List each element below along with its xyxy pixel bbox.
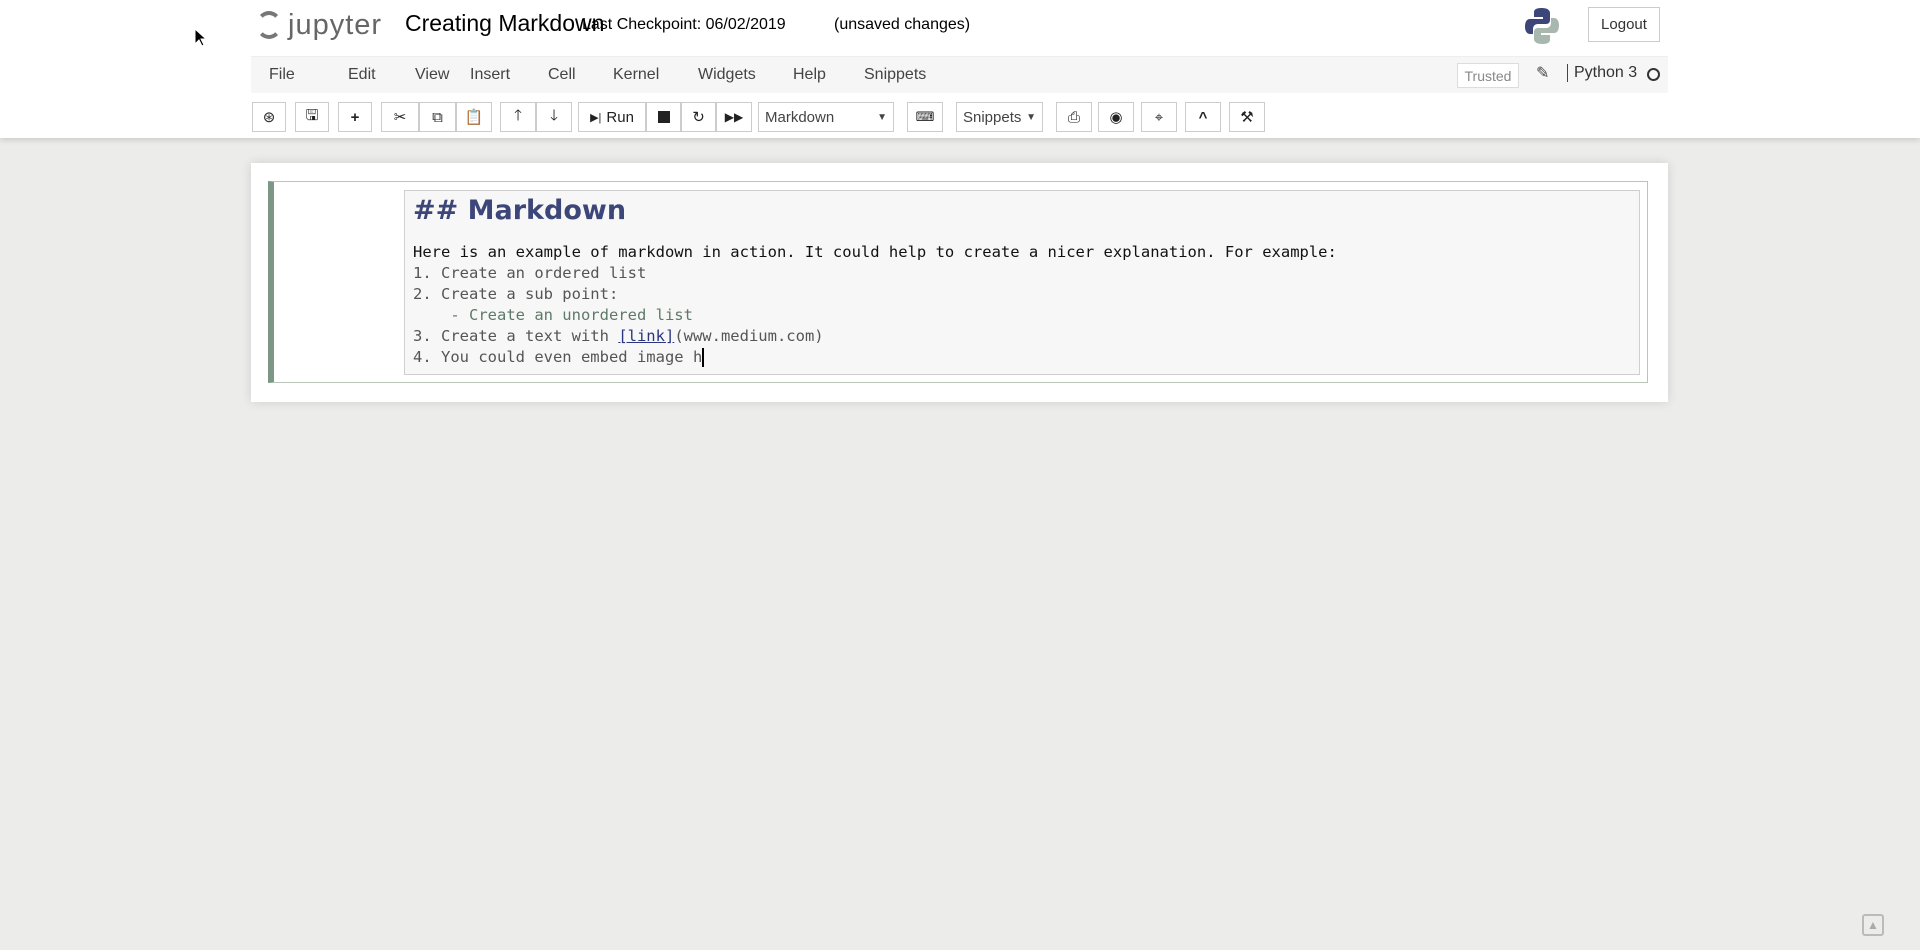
scroll-to-top-button[interactable]: ▲: [1862, 914, 1884, 936]
snippets-dropdown[interactable]: Snippets▼: [956, 102, 1043, 132]
gear-icon: ⊛: [263, 108, 276, 126]
editor-line: 3. Create a text with [link](www.medium.…: [413, 327, 824, 345]
checkpoint-status: Last Checkpoint: 06/02/2019: [582, 16, 786, 34]
arrow-up-icon: 🡑: [514, 105, 522, 130]
menu-insert[interactable]: Insert: [470, 66, 510, 84]
eye-icon: ◉: [1109, 108, 1122, 126]
save-button[interactable]: 🖫: [295, 102, 329, 132]
menu-kernel[interactable]: Kernel: [613, 66, 659, 84]
kernel-name[interactable]: Python 3: [1567, 64, 1637, 82]
chevron-up-icon: ^: [1199, 109, 1208, 126]
menu-cell[interactable]: Cell: [548, 66, 576, 84]
markdown-heading: ## Markdown: [413, 195, 626, 226]
cell-editor[interactable]: ## Markdown Here is an example of markdo…: [404, 190, 1640, 375]
editor-line: 2. Create a sub point:: [413, 285, 618, 303]
menu-view[interactable]: View: [415, 66, 449, 84]
jupyter-logo[interactable]: jupyter: [256, 8, 382, 42]
caret-down-icon: ▼: [1026, 112, 1036, 123]
menu-file[interactable]: File: [269, 66, 295, 84]
stop-icon: [658, 111, 670, 123]
menu-snippets[interactable]: Snippets: [864, 66, 926, 84]
notebook-title[interactable]: Creating Markdown: [405, 10, 604, 37]
save-status: (unsaved changes): [834, 16, 970, 34]
logout-button[interactable]: Logout: [1588, 7, 1660, 42]
menu-bar: File Edit View Insert Cell Kernel Widget…: [251, 56, 1668, 93]
cut-button[interactable]: ✂: [381, 102, 419, 132]
paste-button[interactable]: 📋: [456, 102, 492, 132]
markdown-link-text: [link]: [618, 327, 674, 345]
restart-icon: ↻: [692, 108, 705, 126]
editor-line: - Create an unordered list: [413, 306, 693, 324]
save-icon: 🖫: [306, 105, 319, 130]
python-logo-icon: [1524, 7, 1560, 45]
cell-type-select[interactable]: Markdown▼: [758, 102, 894, 132]
editor-line: Here is an example of markdown in action…: [413, 243, 1337, 261]
fast-forward-icon: ▶▶: [725, 110, 743, 124]
print-icon: ⎙: [1068, 109, 1080, 126]
scissors-icon: ✂: [394, 108, 407, 126]
restart-button[interactable]: ↻: [681, 102, 716, 132]
mouse-pointer-icon: [194, 28, 208, 48]
text-cursor: [702, 348, 704, 367]
menu-help[interactable]: Help: [793, 66, 826, 84]
kernel-idle-icon: [1647, 68, 1660, 81]
crosshairs-button[interactable]: ⌖: [1141, 102, 1177, 132]
move-down-button[interactable]: 🡓: [536, 102, 572, 132]
restart-run-all-button[interactable]: ▶▶: [716, 102, 752, 132]
triangle-up-icon: ▲: [1867, 918, 1879, 932]
preview-button[interactable]: ◉: [1098, 102, 1134, 132]
gavel-icon: ⚒: [1240, 108, 1253, 126]
print-button[interactable]: ⎙: [1056, 102, 1092, 132]
trusted-indicator[interactable]: Trusted: [1457, 63, 1519, 88]
collapse-button[interactable]: ^: [1185, 102, 1221, 132]
copy-button[interactable]: ⧉: [419, 102, 456, 132]
arrow-down-icon: 🡓: [550, 105, 558, 130]
menu-widgets[interactable]: Widgets: [698, 66, 756, 84]
editor-line: 1. Create an ordered list: [413, 264, 646, 282]
keyboard-icon: ⌨: [916, 109, 935, 125]
insert-cell-button[interactable]: +: [338, 102, 372, 132]
crosshairs-icon: ⌖: [1155, 109, 1163, 126]
editor-line: 4. You could even embed image h: [413, 348, 704, 367]
plus-icon: +: [351, 109, 360, 126]
paste-icon: 📋: [465, 108, 484, 126]
edit-mode-pencil-icon: ✎: [1536, 63, 1549, 83]
interrupt-button[interactable]: [646, 102, 681, 132]
copy-icon: ⧉: [432, 109, 443, 126]
header: jupyter Creating Markdown Last Checkpoin…: [0, 0, 1920, 138]
move-up-button[interactable]: 🡑: [500, 102, 536, 132]
save-settings-button[interactable]: ⊛: [252, 102, 286, 132]
command-palette-button[interactable]: ⌨: [907, 102, 943, 132]
step-forward-icon: ▶|: [590, 111, 601, 124]
caret-down-icon: ▼: [877, 112, 887, 123]
gavel-button[interactable]: ⚒: [1229, 102, 1265, 132]
menu-edit[interactable]: Edit: [348, 66, 376, 84]
jupyter-logo-icon: [256, 11, 282, 39]
run-button[interactable]: ▶|Run: [578, 102, 646, 132]
